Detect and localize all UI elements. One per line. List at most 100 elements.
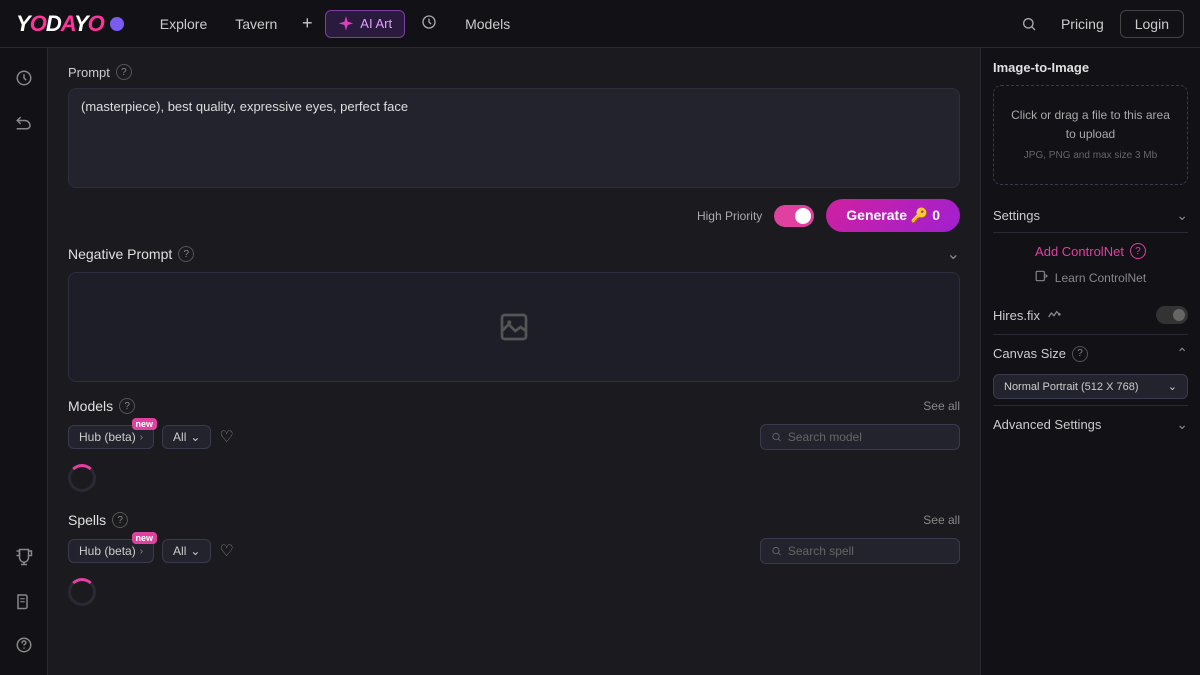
- negative-prompt-header[interactable]: Negative Prompt ? ⌄: [68, 232, 960, 272]
- spells-header-left: Spells ?: [68, 512, 128, 528]
- add-controlnet-row: Add ControlNet ?: [993, 233, 1188, 269]
- prompt-section: Prompt ? (masterpiece), best quality, ex…: [68, 64, 960, 232]
- canvas-size-dropdown[interactable]: Normal Portrait (512 X 768) ⌄: [993, 374, 1188, 399]
- learn-controlnet-row: Learn ControlNet: [993, 269, 1188, 296]
- book-sidebar-button[interactable]: [6, 583, 42, 619]
- negative-prompt-label: Negative Prompt: [68, 246, 172, 262]
- negative-prompt-header-left: Negative Prompt ?: [68, 246, 194, 262]
- settings-label: Settings: [993, 208, 1040, 223]
- models-search-icon: [771, 431, 782, 443]
- settings-row[interactable]: Settings ⌄: [993, 199, 1188, 233]
- models-section: Models ? See all new Hub (beta) › All ⌄ …: [68, 382, 960, 496]
- models-filter-row: new Hub (beta) › All ⌄ ♡: [68, 424, 960, 450]
- advanced-settings-row[interactable]: Advanced Settings ⌄: [993, 405, 1188, 443]
- models-heart-button[interactable]: ♡: [219, 427, 233, 447]
- models-search-container: [760, 424, 960, 450]
- nav-right: Pricing Login: [1013, 8, 1184, 40]
- models-filter-select[interactable]: All ⌄: [162, 425, 211, 449]
- hires-toggle[interactable]: [1156, 306, 1188, 324]
- learn-controlnet-link[interactable]: Learn ControlNet: [1055, 271, 1146, 285]
- canvas-help-icon[interactable]: ?: [1072, 346, 1088, 362]
- generate-button[interactable]: Generate 🔑 0: [826, 199, 960, 232]
- negative-prompt-help-icon[interactable]: ?: [178, 246, 194, 262]
- spells-loading-spinner: [68, 578, 96, 606]
- spells-see-all[interactable]: See all: [923, 513, 960, 527]
- settings-chevron: ⌄: [1176, 207, 1188, 224]
- help-sidebar-button[interactable]: [6, 627, 42, 663]
- nav-items: Explore Tavern + AI Art Models: [148, 8, 1013, 39]
- right-sidebar: Image-to-Image Click or drag a file to t…: [980, 48, 1200, 675]
- book-icon: [15, 592, 33, 610]
- canvas-chevron[interactable]: ⌃: [1176, 345, 1188, 362]
- canvas-dropdown-chevron: ⌄: [1168, 380, 1177, 393]
- logo-text: YODAYO: [16, 11, 104, 37]
- image-preview-area: [68, 272, 960, 382]
- models-filter-chevron: ⌄: [190, 430, 200, 444]
- high-priority-label: High Priority: [697, 209, 762, 223]
- spells-filter-chevron: ⌄: [190, 544, 200, 558]
- undo-sidebar-button[interactable]: [6, 104, 42, 140]
- undo-icon: [15, 113, 33, 131]
- logo-dot: [110, 17, 124, 31]
- pricing-button[interactable]: Pricing: [1053, 11, 1112, 37]
- help-icon: [15, 636, 33, 654]
- nav-explore[interactable]: Explore: [148, 10, 219, 38]
- history-sidebar-icon: [15, 69, 33, 87]
- nav-models[interactable]: Models: [453, 10, 522, 38]
- spells-search-box: [760, 538, 960, 564]
- canvas-size-row: Canvas Size ? ⌃: [993, 335, 1188, 368]
- login-button[interactable]: Login: [1120, 10, 1184, 38]
- spells-help-icon[interactable]: ?: [112, 512, 128, 528]
- spells-label: Spells: [68, 512, 106, 528]
- spells-filter-select[interactable]: All ⌄: [162, 539, 211, 563]
- nav-ai-art-label: AI Art: [360, 16, 392, 31]
- spells-search-input[interactable]: [788, 544, 949, 558]
- sparkle-icon: [338, 16, 354, 32]
- nav-tavern[interactable]: Tavern: [223, 10, 289, 38]
- image-placeholder-icon: [498, 311, 530, 343]
- image-to-image-title: Image-to-Image: [993, 60, 1188, 75]
- spells-heart-button[interactable]: ♡: [219, 541, 233, 561]
- search-button[interactable]: [1013, 8, 1045, 40]
- search-icon: [1021, 16, 1037, 32]
- models-help-icon[interactable]: ?: [119, 398, 135, 414]
- spells-search-container: [760, 538, 960, 564]
- upload-main-text: Click or drag a file to this area to upl…: [1006, 106, 1175, 144]
- spells-hub-chevron: ›: [140, 546, 143, 557]
- history-icon: [421, 14, 437, 30]
- negative-prompt-section: Negative Prompt ? ⌄: [68, 232, 960, 382]
- upload-area[interactable]: Click or drag a file to this area to upl…: [993, 85, 1188, 185]
- spells-search-icon: [771, 545, 782, 557]
- advanced-settings-chevron: ⌄: [1176, 416, 1188, 433]
- prompt-textarea[interactable]: (masterpiece), best quality, expressive …: [68, 88, 960, 188]
- prompt-label: Prompt ?: [68, 64, 960, 80]
- controlnet-help-icon[interactable]: ?: [1130, 243, 1146, 259]
- models-hub-chevron: ›: [140, 432, 143, 443]
- models-label: Models: [68, 398, 113, 414]
- history-sidebar-button[interactable]: [6, 60, 42, 96]
- top-navigation: YODAYO Explore Tavern + AI Art Models: [0, 0, 1200, 48]
- spells-hub-badge[interactable]: new Hub (beta) ›: [68, 539, 154, 563]
- models-hub-new-tag: new: [132, 418, 158, 430]
- models-search-input[interactable]: [788, 430, 949, 444]
- models-see-all[interactable]: See all: [923, 399, 960, 413]
- spells-header: Spells ? See all: [68, 496, 960, 538]
- nav-plus-button[interactable]: +: [293, 10, 321, 38]
- trophy-sidebar-button[interactable]: [6, 539, 42, 575]
- prompt-help-icon[interactable]: ?: [116, 64, 132, 80]
- spells-section: Spells ? See all new Hub (beta) › All ⌄ …: [68, 496, 960, 610]
- trophy-icon: [15, 548, 33, 566]
- video-icon: [1035, 269, 1049, 286]
- hires-row: Hires.fix: [993, 296, 1188, 335]
- add-controlnet-button[interactable]: Add ControlNet: [1035, 244, 1124, 259]
- negative-prompt-chevron: ⌄: [947, 244, 960, 264]
- high-priority-toggle[interactable]: [774, 205, 814, 227]
- main-layout: Prompt ? (masterpiece), best quality, ex…: [0, 48, 1200, 675]
- nav-ai-art[interactable]: AI Art: [325, 10, 405, 38]
- models-search-box: [760, 424, 960, 450]
- logo[interactable]: YODAYO: [16, 11, 124, 37]
- nav-history[interactable]: [409, 8, 449, 39]
- content-area: Prompt ? (masterpiece), best quality, ex…: [48, 48, 980, 675]
- models-header: Models ? See all: [68, 382, 960, 424]
- models-hub-badge[interactable]: new Hub (beta) ›: [68, 425, 154, 449]
